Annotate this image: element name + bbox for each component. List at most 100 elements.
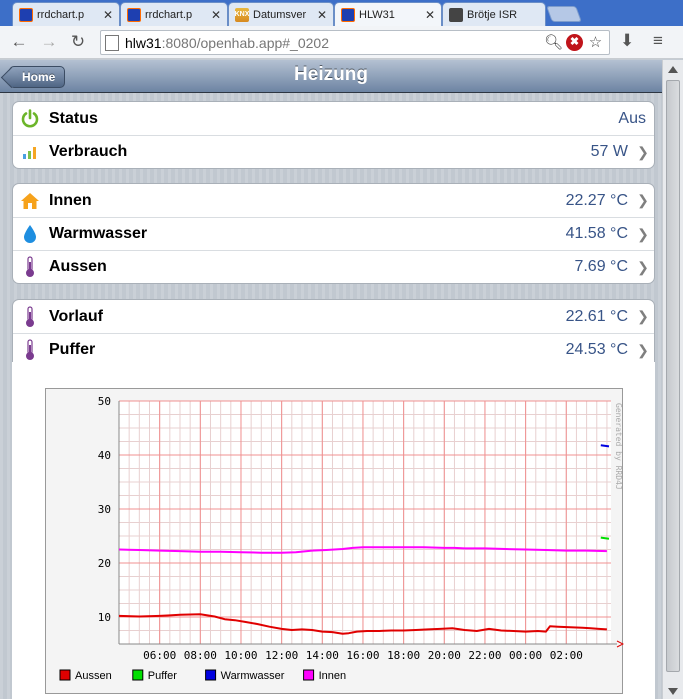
x-tick-label: 06:00 xyxy=(143,649,176,662)
row-value: 57 W xyxy=(590,143,628,160)
forward-arrow-icon[interactable]: → xyxy=(38,31,60,53)
house-icon xyxy=(20,191,40,211)
browser-tab-strip: rrdchart.p ✕ rrdchart.p ✕ KNX Datumsver … xyxy=(0,0,683,26)
row-verbrauch[interactable]: Verbrauch 57 W ❯ xyxy=(13,135,654,168)
series-line-puffer xyxy=(600,536,610,540)
series-line-warmwasser xyxy=(600,444,610,448)
legend-swatch-warmwasser xyxy=(205,669,217,681)
legend-label-puffer: Puffer xyxy=(148,670,177,682)
thermometer-icon xyxy=(20,339,40,360)
row-innen[interactable]: Innen 22.27 °C ❯ xyxy=(13,184,654,217)
x-tick-label: 18:00 xyxy=(387,649,420,662)
thermometer-icon xyxy=(20,256,40,277)
x-tick-label: 08:00 xyxy=(184,649,217,662)
y-tick-label: 50 xyxy=(98,395,111,408)
rrd-chart: 10 20 30 40 50 06:00 08:00 10:00 12:00 14:00 16:00… xyxy=(45,388,624,694)
browser-tab-1[interactable]: rrdchart.p ✕ xyxy=(12,2,120,26)
openhab-icon xyxy=(127,7,141,22)
chart-container: 10 20 30 40 50 06:00 08:00 10:00 12:00 14:00 16:00… xyxy=(12,362,655,699)
x-tick-label: 12:00 xyxy=(265,649,298,662)
url-host: hlw31 xyxy=(125,34,162,51)
x-tick-label: 14:00 xyxy=(306,649,339,662)
adblock-icon[interactable]: ✖ xyxy=(566,33,583,51)
chart-watermark: Generated by RRD4J xyxy=(614,403,623,490)
water-drop-icon xyxy=(20,224,40,244)
row-value: 41.58 °C xyxy=(565,225,628,242)
zoom-icon[interactable]: 🔍︎ xyxy=(544,33,563,51)
x-tick-label: 16:00 xyxy=(346,649,379,662)
widget-group-2: Innen 22.27 °C ❯ Warmwasser 41.58 °C ❯ A… xyxy=(12,183,655,284)
openhab-icon xyxy=(19,7,33,22)
chevron-right-icon: ❯ xyxy=(637,308,649,324)
row-label: Vorlauf xyxy=(49,307,103,325)
row-aussen[interactable]: Aussen 7.69 °C ❯ xyxy=(13,250,654,283)
new-tab-button[interactable] xyxy=(546,6,582,22)
x-tick-label: 00:00 xyxy=(509,649,542,662)
browser-tab-title: rrdchart.p xyxy=(37,8,85,21)
x-tick-label: 10:00 xyxy=(224,649,257,662)
legend-label-aussen: Aussen xyxy=(75,670,112,682)
back-arrow-icon[interactable]: ← xyxy=(8,31,30,53)
chevron-right-icon: ❯ xyxy=(637,143,649,160)
page-icon xyxy=(105,34,119,51)
x-tick-label: 02:00 xyxy=(550,649,583,662)
scrollbar-thumb[interactable] xyxy=(666,80,680,672)
close-tab-icon[interactable]: ✕ xyxy=(317,8,327,22)
broetje-icon xyxy=(449,7,463,22)
chevron-right-icon: ❯ xyxy=(637,225,649,242)
row-value: 24.53 °C xyxy=(565,341,628,358)
address-bar[interactable]: hlw31:8080/openhab.app#_0202 🔍︎ ✖ ☆ xyxy=(100,30,610,55)
row-vorlauf[interactable]: Vorlauf 22.61 °C ❯ xyxy=(13,300,654,333)
x-tick-label: 22:00 xyxy=(468,649,501,662)
legend-label-innen: Innen xyxy=(319,670,347,682)
row-label: Warmwasser xyxy=(49,225,148,242)
power-icon xyxy=(20,108,40,129)
row-value: 7.69 °C xyxy=(574,258,628,275)
rrd-chart-svg: 10 20 30 40 50 06:00 08:00 10:00 12:00 14:00 16:00… xyxy=(59,395,624,682)
widget-group-3: Vorlauf 22.61 °C ❯ Puffer 24.53 °C ❯ xyxy=(12,299,655,366)
bookmark-star-icon[interactable]: ☆ xyxy=(586,33,605,51)
row-label: Aussen xyxy=(49,258,107,275)
home-button-label: Home xyxy=(22,70,56,84)
url-path: :8080/openhab.app#_0202 xyxy=(161,34,329,51)
reload-icon[interactable]: ↻ xyxy=(67,31,89,53)
y-tick-label: 20 xyxy=(98,557,111,570)
row-value: Aus xyxy=(618,109,646,127)
openhab-page: Heizung Home Status Aus Verbrauch 57 W ❯… xyxy=(0,60,662,699)
scroll-down-arrow[interactable] xyxy=(668,688,678,695)
legend-label-warmwasser: Warmwasser xyxy=(221,670,285,682)
close-tab-icon[interactable]: ✕ xyxy=(425,8,435,22)
browser-tab-title: HLW31 xyxy=(359,8,395,21)
browser-tab-4-active[interactable]: HLW31 ✕ xyxy=(334,2,442,26)
legend-swatch-aussen xyxy=(59,669,71,681)
vertical-scrollbar[interactable] xyxy=(662,60,683,699)
row-warmwasser[interactable]: Warmwasser 41.58 °C ❯ xyxy=(13,217,654,250)
row-value: 22.61 °C xyxy=(565,307,628,325)
thermometer-icon xyxy=(20,305,40,327)
row-status[interactable]: Status Aus xyxy=(13,102,654,135)
page-title: Heizung xyxy=(294,64,368,85)
menu-icon[interactable]: ≡ xyxy=(653,31,663,51)
browser-tab-3[interactable]: KNX Datumsver ✕ xyxy=(228,2,334,26)
browser-tab-2[interactable]: rrdchart.p ✕ xyxy=(120,2,228,26)
legend-swatch-puffer xyxy=(132,669,144,681)
scroll-up-arrow[interactable] xyxy=(668,66,678,73)
openhab-icon xyxy=(341,7,355,22)
close-tab-icon[interactable]: ✕ xyxy=(211,8,221,22)
close-tab-icon[interactable]: ✕ xyxy=(103,8,113,22)
energy-bars-icon xyxy=(20,142,40,162)
browser-tab-5[interactable]: Brötje ISR xyxy=(442,2,546,26)
row-label: Verbrauch xyxy=(49,143,128,160)
extension-icon[interactable]: ⬇ xyxy=(620,31,634,51)
legend-swatch-innen xyxy=(303,669,315,681)
x-tick-label: 20:00 xyxy=(428,649,461,662)
browser-tab-title: rrdchart.p xyxy=(145,8,193,21)
home-button[interactable]: Home xyxy=(9,66,66,88)
browser-tab-title: Datumsver xyxy=(253,8,307,21)
row-value: 22.27 °C xyxy=(565,191,628,209)
y-tick-label: 30 xyxy=(98,503,111,516)
chevron-right-icon: ❯ xyxy=(637,341,649,358)
y-tick-label: 40 xyxy=(98,449,111,462)
chevron-right-icon: ❯ xyxy=(637,192,649,208)
page-header: Heizung Home xyxy=(0,60,662,93)
